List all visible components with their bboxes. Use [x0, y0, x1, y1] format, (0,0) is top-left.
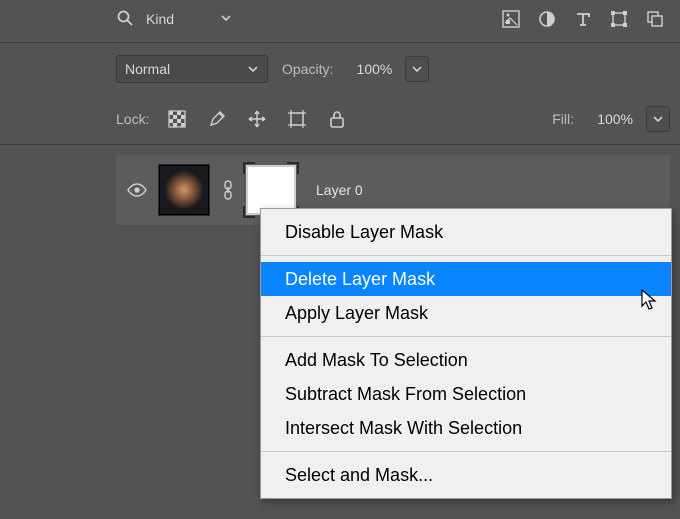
fill-label[interactable]: Fill:	[552, 111, 574, 127]
fill-chevron-icon[interactable]	[646, 106, 670, 132]
menu-item-add-mask-to-selection[interactable]: Add Mask To Selection	[261, 343, 671, 377]
menu-separator	[261, 255, 671, 256]
filter-shape-icon[interactable]	[604, 4, 634, 34]
lock-position-icon[interactable]	[243, 104, 271, 134]
menu-item-intersect-mask-with-selection[interactable]: Intersect Mask With Selection	[261, 411, 671, 445]
menu-separator	[261, 451, 671, 452]
opacity-label[interactable]: Opacity:	[282, 61, 333, 77]
lock-pixels-icon[interactable]	[203, 104, 231, 134]
menu-item-apply-layer-mask[interactable]: Apply Layer Mask	[261, 296, 671, 330]
menu-item-select-and-mask[interactable]: Select and Mask...	[261, 458, 671, 492]
opacity-value[interactable]: 100%	[339, 58, 403, 80]
opacity-chevron-icon[interactable]	[405, 56, 429, 82]
lock-artboard-icon[interactable]	[283, 104, 311, 134]
layer-filter-bar: Kind	[116, 2, 670, 36]
layer-thumbnail[interactable]	[158, 164, 210, 216]
menu-separator	[261, 336, 671, 337]
lock-all-icon[interactable]	[323, 104, 351, 134]
filter-pixel-icon[interactable]	[496, 4, 526, 34]
search-icon	[116, 9, 134, 30]
filter-kind-label[interactable]: Kind	[146, 11, 174, 27]
lock-row: Lock: Fill: 100%	[116, 102, 670, 136]
menu-item-subtract-mask-from-selection[interactable]: Subtract Mask From Selection	[261, 377, 671, 411]
filter-smartobject-icon[interactable]	[640, 4, 670, 34]
cursor-icon	[641, 289, 659, 314]
blend-opacity-row: Normal Opacity: 100%	[116, 52, 670, 86]
menu-item-delete-layer-mask[interactable]: Delete Layer Mask	[261, 262, 671, 296]
filter-adjustment-icon[interactable]	[532, 4, 562, 34]
visibility-eye-icon[interactable]	[126, 183, 148, 197]
chevron-down-icon[interactable]	[220, 11, 232, 27]
lock-transparency-icon[interactable]	[163, 104, 191, 134]
blend-mode-value: Normal	[125, 61, 170, 77]
layer-name[interactable]: Layer 0	[316, 182, 363, 198]
blend-mode-select[interactable]: Normal	[116, 55, 268, 83]
fill-value[interactable]: 100%	[580, 108, 644, 130]
filter-type-icon[interactable]	[568, 4, 598, 34]
mask-link-icon[interactable]	[220, 180, 236, 200]
lock-label: Lock:	[116, 111, 149, 127]
menu-item-disable-layer-mask[interactable]: Disable Layer Mask	[261, 215, 671, 249]
layer-mask-context-menu: Disable Layer Mask Delete Layer Mask App…	[260, 208, 672, 499]
